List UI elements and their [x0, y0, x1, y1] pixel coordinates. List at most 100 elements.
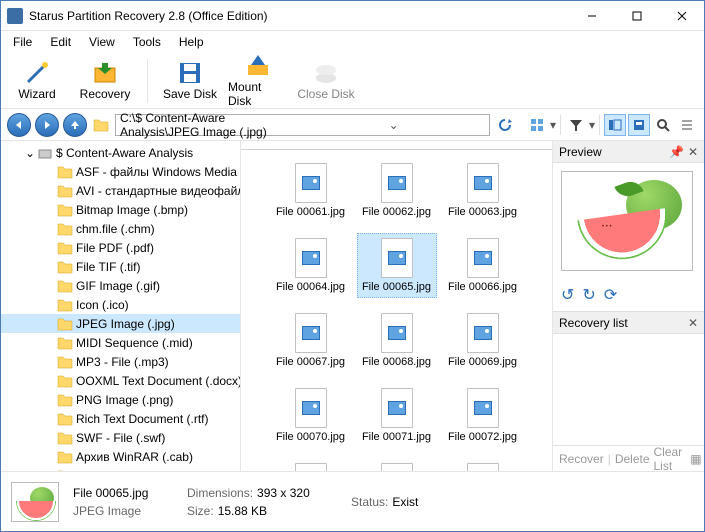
menu-edit[interactable]: Edit	[42, 33, 79, 51]
size-label: Size:	[187, 504, 214, 518]
folder-icon	[57, 240, 73, 256]
recovery-button[interactable]: Recovery	[75, 55, 135, 107]
rotate-left-icon[interactable]: ↺	[561, 285, 574, 305]
tree-item[interactable]: GIF Image (.gif)	[1, 276, 240, 295]
tree-item[interactable]: Icon (.ico)	[1, 295, 240, 314]
file-item[interactable]: File 00075.jpg	[443, 458, 523, 471]
rotate-right-icon[interactable]: ↻	[582, 285, 595, 305]
file-name: File 00071.jpg	[362, 431, 431, 443]
dim-label: Dimensions:	[187, 486, 253, 500]
minimize-button[interactable]	[569, 1, 614, 31]
file-item[interactable]: File 00062.jpg	[357, 158, 437, 223]
close-panel-icon[interactable]: ✕	[688, 145, 698, 159]
menu-file[interactable]: File	[5, 33, 40, 51]
pin-icon[interactable]: 📌	[669, 145, 684, 159]
chevron-down-icon[interactable]: ⌄	[302, 118, 484, 132]
file-name: File 00068.jpg	[362, 356, 431, 368]
mountdisk-label: Mount Disk	[228, 80, 288, 108]
file-item[interactable]: File 00070.jpg	[271, 383, 351, 448]
file-item[interactable]: File 00073.jpg	[271, 458, 351, 471]
view-largeicons-button[interactable]	[526, 114, 548, 136]
refresh-preview-icon[interactable]: ⟳	[604, 285, 617, 305]
file-thumbnail	[381, 313, 413, 353]
file-thumbnail	[295, 163, 327, 203]
navbar: C:\$ Content-Aware Analysis\JPEG Image (…	[1, 109, 704, 141]
file-name: File 00064.jpg	[276, 281, 345, 293]
tree-item[interactable]: JPEG Image (.jpg)	[1, 314, 240, 333]
menu-help[interactable]: Help	[171, 33, 212, 51]
file-item[interactable]: File 00065.jpg	[357, 233, 437, 298]
mountdisk-button[interactable]: Mount Disk	[228, 55, 288, 107]
file-name: File 00065.jpg	[362, 281, 431, 293]
tree-item[interactable]: File PDF (.pdf)	[1, 238, 240, 257]
file-item[interactable]: File 00064.jpg	[271, 233, 351, 298]
wizard-button[interactable]: Wizard	[7, 55, 67, 107]
folder-icon	[57, 392, 73, 408]
file-item[interactable]: File 00074.jpg	[357, 458, 437, 471]
file-item[interactable]: File 00063.jpg	[443, 158, 523, 223]
options-button[interactable]	[676, 114, 698, 136]
clearlist-button[interactable]: Clear List	[654, 445, 683, 472]
file-item[interactable]: File 00061.jpg	[271, 158, 351, 223]
panel-tree-toggle[interactable]	[604, 114, 626, 136]
folder-icon	[57, 373, 73, 389]
wand-icon	[24, 60, 50, 86]
view-dropdown[interactable]: ▾	[550, 118, 556, 132]
panel-preview-toggle[interactable]	[628, 114, 650, 136]
tree-item[interactable]: OOXML Text Document (.docx)	[1, 371, 240, 390]
filter-button[interactable]	[565, 114, 587, 136]
search-button[interactable]	[652, 114, 674, 136]
folder-icon	[57, 183, 73, 199]
savedisk-button[interactable]: Save Disk	[160, 55, 220, 107]
tree-item[interactable]: Архив WinRAR (.gz)	[1, 466, 240, 471]
listview-icon[interactable]: ▦	[690, 452, 701, 466]
menu-view[interactable]: View	[81, 33, 123, 51]
file-item[interactable]: File 00069.jpg	[443, 308, 523, 373]
tree-item[interactable]: Архив WinRAR (.cab)	[1, 447, 240, 466]
tree-item[interactable]: PNG Image (.png)	[1, 390, 240, 409]
up-button[interactable]	[63, 113, 87, 137]
tree-item[interactable]: SWF - File (.swf)	[1, 428, 240, 447]
menu-tools[interactable]: Tools	[125, 33, 169, 51]
window-title: Starus Partition Recovery 2.8 (Office Ed…	[29, 9, 569, 23]
tree-item[interactable]: Bitmap Image (.bmp)	[1, 200, 240, 219]
folder-icon	[57, 259, 73, 275]
tree-item[interactable]: chm.file (.chm)	[1, 219, 240, 238]
tree-item[interactable]: ASF - файлы Windows Media (	[1, 162, 240, 181]
collapse-icon[interactable]: ⌄	[23, 146, 37, 160]
tree-item-label: MIDI Sequence (.mid)	[76, 336, 193, 350]
file-item[interactable]: File 00071.jpg	[357, 383, 437, 448]
closedisk-button: Close Disk	[296, 55, 356, 107]
folder-tree[interactable]: ⌄ $ Content-Aware Analysis ASF - файлы W…	[1, 141, 241, 471]
back-button[interactable]	[7, 113, 31, 137]
app-icon	[7, 8, 23, 24]
status-filename: File 00065.jpg	[73, 486, 173, 500]
tree-item[interactable]: MIDI Sequence (.mid)	[1, 333, 240, 352]
file-item[interactable]: File 00066.jpg	[443, 233, 523, 298]
tree-item[interactable]: AVI - стандартные видеофайл	[1, 181, 240, 200]
toolbar: Wizard Recovery Save Disk Mount Disk Clo…	[1, 53, 704, 109]
tree-item[interactable]: MP3 - File (.mp3)	[1, 352, 240, 371]
file-item[interactable]: File 00068.jpg	[357, 308, 437, 373]
recovery-list[interactable]	[553, 334, 704, 445]
file-thumbnail	[381, 463, 413, 471]
address-bar[interactable]: C:\$ Content-Aware Analysis\JPEG Image (…	[115, 114, 490, 136]
delete-button[interactable]: Delete	[615, 452, 650, 466]
file-grid[interactable]: File 00061.jpgFile 00062.jpgFile 00063.j…	[241, 149, 552, 471]
forward-button[interactable]	[35, 113, 59, 137]
filter-dropdown[interactable]: ▾	[589, 118, 595, 132]
close-button[interactable]	[659, 1, 704, 31]
recoverylist-title: Recovery list	[559, 316, 628, 330]
tree-root[interactable]: ⌄ $ Content-Aware Analysis	[1, 143, 240, 162]
tree-item[interactable]: Rich Text Document (.rtf)	[1, 409, 240, 428]
file-thumbnail	[467, 388, 499, 428]
tree-item[interactable]: File TIF (.tif)	[1, 257, 240, 276]
maximize-button[interactable]	[614, 1, 659, 31]
close-recoverylist-icon[interactable]: ✕	[688, 316, 698, 330]
file-name: File 00066.jpg	[448, 281, 517, 293]
recover-button[interactable]: Recover	[559, 452, 604, 466]
tree-item-label: AVI - стандартные видеофайл	[76, 184, 241, 198]
file-item[interactable]: File 00072.jpg	[443, 383, 523, 448]
file-item[interactable]: File 00067.jpg	[271, 308, 351, 373]
refresh-button[interactable]	[494, 114, 516, 136]
